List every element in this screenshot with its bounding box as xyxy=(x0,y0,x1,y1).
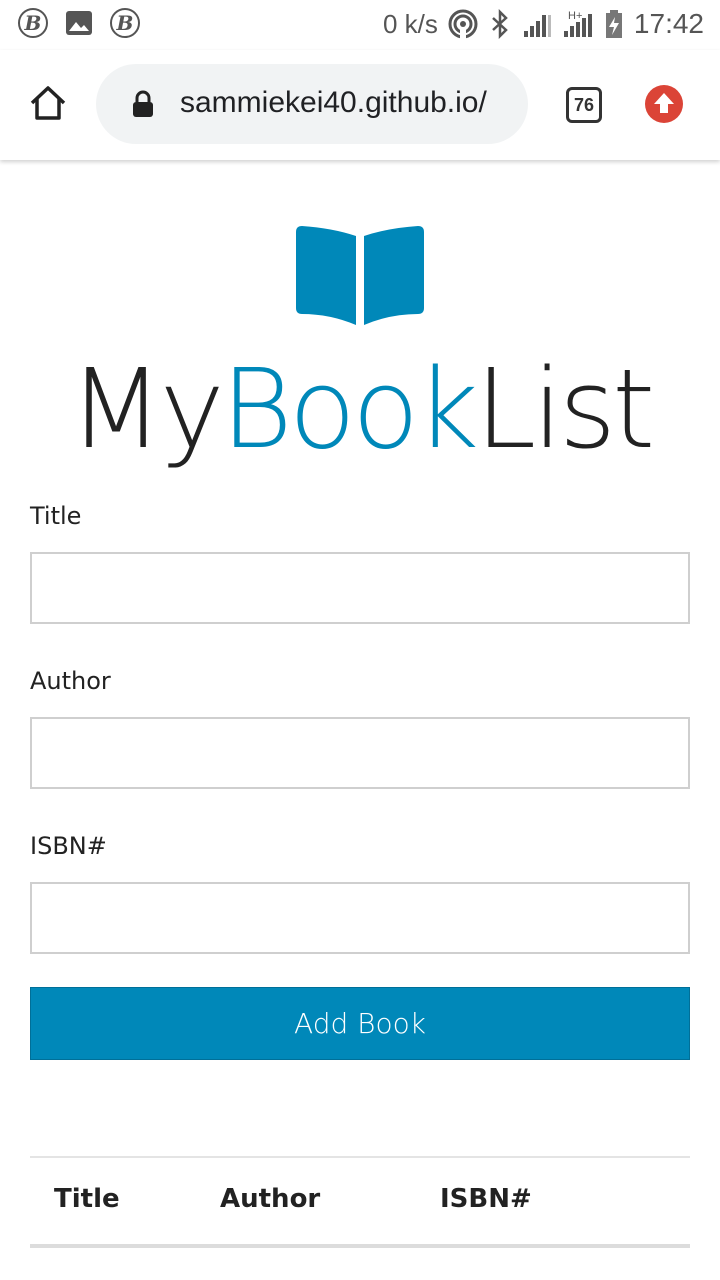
table-header-title: Title xyxy=(54,1184,120,1214)
svg-text:H+: H+ xyxy=(568,10,582,22)
home-icon[interactable] xyxy=(28,83,68,123)
net-speed: 0 k/s xyxy=(383,8,438,39)
signal-h-plus-icon: H+ xyxy=(563,10,592,37)
update-button[interactable] xyxy=(645,85,683,123)
arrow-up-icon xyxy=(654,93,674,113)
title-input[interactable] xyxy=(30,552,690,624)
system-indicators: 0 k/s H+ 17:42 xyxy=(383,8,704,40)
brand-part-list: List xyxy=(475,345,655,473)
table-top-border xyxy=(30,1156,690,1158)
isbn-label: ISBN# xyxy=(30,832,107,860)
brand-part-book: Book xyxy=(220,345,479,473)
table-header-author: Author xyxy=(220,1184,321,1214)
clock: 17:42 xyxy=(633,8,704,39)
title-label: Title xyxy=(30,502,82,530)
browser-toolbar: sammiekei40.github.io/ 76 xyxy=(0,50,720,160)
signal-icon xyxy=(523,15,551,37)
b-circle-icon: B xyxy=(110,8,140,38)
brand-part-my: My xyxy=(68,345,225,473)
tab-count: 76 xyxy=(573,94,595,115)
table-header-divider xyxy=(30,1244,690,1248)
lock-icon xyxy=(133,90,153,117)
battery-charging-icon xyxy=(605,10,622,38)
tab-switcher-button[interactable]: 76 xyxy=(566,87,602,123)
app-brand-title: MyBookList xyxy=(0,344,720,474)
table-header-isbn: ISBN# xyxy=(440,1184,532,1214)
address-bar[interactable]: sammiekei40.github.io/ xyxy=(96,64,528,144)
open-book-icon xyxy=(296,226,424,325)
notification-icons: B B xyxy=(18,8,140,38)
image-icon xyxy=(66,11,92,35)
isbn-input[interactable] xyxy=(30,882,690,954)
add-book-button[interactable]: Add Book xyxy=(30,987,690,1060)
author-label: Author xyxy=(30,667,111,695)
b-circle-icon: B xyxy=(18,8,48,38)
hotspot-icon xyxy=(448,9,478,39)
bluetooth-icon xyxy=(492,9,508,39)
url-text[interactable]: sammiekei40.github.io/ xyxy=(180,86,510,120)
status-bar: B B 0 k/s H+ 17:42 xyxy=(0,0,720,50)
author-input[interactable] xyxy=(30,717,690,789)
